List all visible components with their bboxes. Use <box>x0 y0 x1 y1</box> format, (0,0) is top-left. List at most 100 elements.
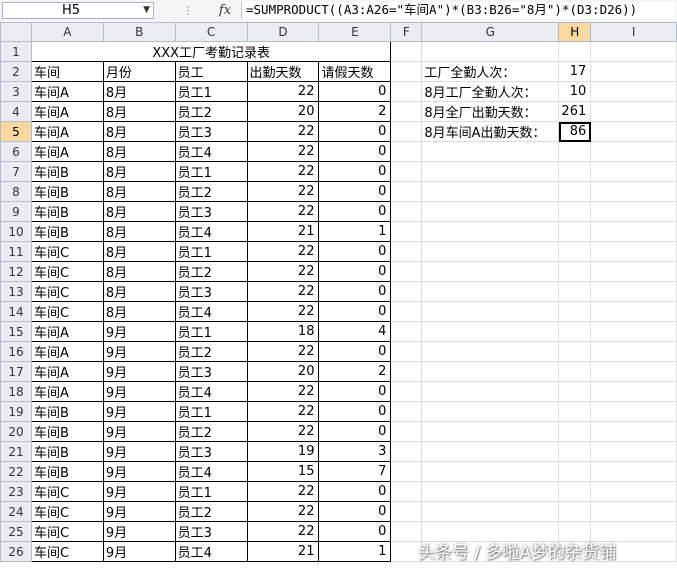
row-header-22[interactable]: 22 <box>0 461 32 482</box>
table-cell[interactable]: 车间B <box>30 461 104 482</box>
empty-cell[interactable] <box>421 281 560 302</box>
column-header-i[interactable]: I <box>590 22 677 42</box>
empty-cell[interactable] <box>390 61 423 82</box>
empty-cell[interactable] <box>558 181 592 202</box>
table-cell[interactable]: 车间B <box>30 421 104 442</box>
empty-cell[interactable] <box>390 241 423 262</box>
table-cell[interactable]: 22 <box>246 141 320 162</box>
empty-cell[interactable] <box>558 321 592 342</box>
empty-cell[interactable] <box>390 161 423 182</box>
column-header-a[interactable]: A <box>30 22 104 42</box>
row-header-20[interactable]: 20 <box>0 421 32 442</box>
empty-cell[interactable] <box>558 221 592 242</box>
empty-cell[interactable] <box>421 401 560 422</box>
table-cell[interactable]: 9月 <box>102 361 176 382</box>
empty-cell[interactable] <box>590 361 677 382</box>
empty-cell[interactable] <box>390 181 423 202</box>
empty-cell[interactable] <box>390 101 423 122</box>
table-cell[interactable]: 4 <box>318 321 392 342</box>
table-cell[interactable]: 0 <box>318 81 392 102</box>
table-cell[interactable]: 员工2 <box>174 181 248 202</box>
empty-cell[interactable] <box>421 441 560 462</box>
table-cell[interactable]: 22 <box>246 341 320 362</box>
row-header-18[interactable]: 18 <box>0 381 32 402</box>
table-cell[interactable]: 8月 <box>102 81 176 102</box>
table-cell[interactable]: 19 <box>246 441 320 462</box>
table-cell[interactable]: 8月 <box>102 141 176 162</box>
summary-value[interactable]: 261 <box>558 101 592 122</box>
table-cell[interactable]: 员工2 <box>174 341 248 362</box>
empty-cell[interactable] <box>590 41 677 62</box>
table-cell[interactable]: 8月 <box>102 121 176 142</box>
empty-cell[interactable] <box>390 341 423 362</box>
table-cell[interactable]: 22 <box>246 161 320 182</box>
table-cell[interactable]: 0 <box>318 501 392 522</box>
table-cell[interactable]: 员工3 <box>174 441 248 462</box>
table-cell[interactable]: 8月 <box>102 281 176 302</box>
empty-cell[interactable] <box>421 301 560 322</box>
summary-label[interactable]: 8月工厂全勤人次： <box>421 81 560 102</box>
empty-cell[interactable] <box>390 361 423 382</box>
empty-cell[interactable] <box>558 441 592 462</box>
table-cell[interactable]: 8月 <box>102 201 176 222</box>
column-header-d[interactable]: D <box>246 22 320 42</box>
table-cell[interactable]: 员工1 <box>174 321 248 342</box>
empty-cell[interactable] <box>390 441 423 462</box>
table-cell[interactable]: 0 <box>318 281 392 302</box>
table-cell[interactable]: 8月 <box>102 161 176 182</box>
table-cell[interactable]: 车间B <box>30 401 104 422</box>
row-header-19[interactable]: 19 <box>0 401 32 422</box>
row-header-4[interactable]: 4 <box>0 101 32 122</box>
table-cell[interactable]: 8月 <box>102 101 176 122</box>
table-cell[interactable]: 车间B <box>30 161 104 182</box>
table-cell[interactable]: 0 <box>318 121 392 142</box>
empty-cell[interactable] <box>390 281 423 302</box>
table-cell[interactable]: 员工4 <box>174 541 248 562</box>
row-header-25[interactable]: 25 <box>0 521 32 542</box>
table-cell[interactable]: 员工2 <box>174 501 248 522</box>
table-cell[interactable]: 车间A <box>30 101 104 122</box>
row-header-12[interactable]: 12 <box>0 261 32 282</box>
row-header-2[interactable]: 2 <box>0 61 32 82</box>
column-header-c[interactable]: C <box>174 22 248 42</box>
table-cell[interactable]: 0 <box>318 401 392 422</box>
empty-cell[interactable] <box>590 141 677 162</box>
table-header-cell[interactable]: 请假天数 <box>318 61 392 82</box>
empty-cell[interactable] <box>421 181 560 202</box>
table-cell[interactable]: 0 <box>318 481 392 502</box>
table-cell[interactable]: 员工2 <box>174 421 248 442</box>
empty-cell[interactable] <box>590 421 677 442</box>
worksheet-grid[interactable]: ABCDEFGHI 1 XXX工厂考勤记录表 2 车间 月份 员工 出勤天数 请假天数 工厂全勤… <box>0 22 677 568</box>
table-cell[interactable]: 9月 <box>102 481 176 502</box>
empty-cell[interactable] <box>390 321 423 342</box>
table-cell[interactable]: 9月 <box>102 441 176 462</box>
table-cell[interactable]: 0 <box>318 181 392 202</box>
empty-cell[interactable] <box>590 121 677 142</box>
empty-cell[interactable] <box>390 81 423 102</box>
empty-cell[interactable] <box>590 181 677 202</box>
table-cell[interactable]: 22 <box>246 201 320 222</box>
table-cell[interactable]: 22 <box>246 401 320 422</box>
empty-cell[interactable] <box>421 321 560 342</box>
empty-cell[interactable] <box>390 261 423 282</box>
table-cell[interactable]: 员工3 <box>174 521 248 542</box>
empty-cell[interactable] <box>590 441 677 462</box>
empty-cell[interactable] <box>590 201 677 222</box>
summary-label[interactable]: 8月全厂出勤天数： <box>421 101 560 122</box>
empty-cell[interactable] <box>590 61 677 82</box>
table-cell[interactable]: 8月 <box>102 301 176 322</box>
table-cell[interactable]: 员工1 <box>174 241 248 262</box>
table-cell[interactable]: 员工4 <box>174 141 248 162</box>
row-header-3[interactable]: 3 <box>0 81 32 102</box>
empty-cell[interactable] <box>558 201 592 222</box>
name-box[interactable]: H5 ▼ <box>2 2 154 19</box>
empty-cell[interactable] <box>390 421 423 442</box>
table-cell[interactable]: 员工2 <box>174 261 248 282</box>
table-cell[interactable]: 车间C <box>30 481 104 502</box>
select-all-corner[interactable] <box>0 22 32 42</box>
empty-cell[interactable] <box>421 221 560 242</box>
table-cell[interactable]: 8月 <box>102 181 176 202</box>
row-header-16[interactable]: 16 <box>0 341 32 362</box>
empty-cell[interactable] <box>590 281 677 302</box>
empty-cell[interactable] <box>421 501 560 522</box>
